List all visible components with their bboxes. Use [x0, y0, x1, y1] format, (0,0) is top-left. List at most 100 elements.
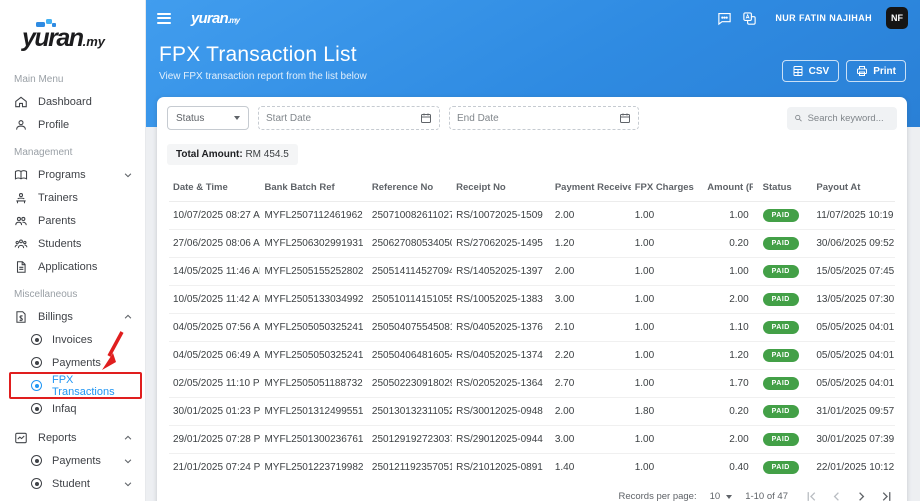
status-filter-select[interactable]: Status: [167, 106, 249, 130]
table-row[interactable]: 21/01/2025 07:24 PM MYFL2501223719982 25…: [169, 454, 895, 482]
transaction-table-body: 10/07/2025 08:27 AM MYFL2507112461962 25…: [169, 201, 895, 482]
cell-receipt-no: RS/10072025-1509: [452, 201, 551, 230]
cell-bank-batch-ref: MYFL2505051188732: [260, 369, 368, 398]
records-per-page-select[interactable]: 10: [710, 491, 733, 501]
start-date-input[interactable]: [266, 112, 420, 124]
col-bank-batch-ref: Bank Batch Ref: [260, 173, 368, 202]
total-amount-chip: Total Amount: RM 454.5: [167, 144, 298, 165]
translate-icon[interactable]: [742, 11, 757, 26]
sidebar: yuran.my Main Menu Dashboard Profile Man…: [0, 0, 145, 501]
chevron-up-icon: [123, 312, 133, 322]
cell-fpx-charges: 1.00: [630, 369, 704, 398]
sidebar-item-billings[interactable]: Billings: [0, 305, 145, 328]
section-label-management: Management: [14, 147, 73, 158]
records-per-page-label: Records per page:: [618, 491, 697, 501]
calendar-icon[interactable]: [619, 112, 631, 124]
sidebar-subitem-fpx-transactions[interactable]: FPX Transactions: [0, 331, 145, 399]
sidebar-item-label: Parents: [38, 214, 76, 227]
next-page-icon[interactable]: [855, 490, 868, 501]
table-row[interactable]: 04/05/2025 07:56 AM MYFL2505050325241 25…: [169, 313, 895, 342]
search-input[interactable]: [807, 112, 890, 124]
sidebar-item-label: Student: [52, 477, 90, 490]
status-badge: PAID: [762, 293, 799, 306]
pagination-bar: Records per page: 10 1-10 of 47: [157, 481, 907, 501]
printer-icon: [857, 66, 868, 76]
cell-date-time: 02/05/2025 11:10 PM: [169, 369, 261, 398]
cell-payout-at: 05/05/2025 04:01 PM: [806, 341, 895, 370]
radio-dot-icon: [31, 478, 42, 489]
cell-reference-no: 2501291927230378: [367, 425, 453, 454]
sidebar-item-label: Payments: [52, 454, 101, 467]
table-row[interactable]: 10/07/2025 08:27 AM MYFL2507112461962 25…: [169, 201, 895, 230]
transaction-card: Status Total Amount: RM 454.5: [157, 97, 907, 501]
status-badge: PAID: [762, 461, 799, 474]
sidebar-item-trainers[interactable]: Trainers: [0, 186, 145, 209]
table-row[interactable]: 04/05/2025 06:49 AM MYFL2505050325241 25…: [169, 341, 895, 370]
cell-fpx-charges: 1.00: [630, 257, 704, 286]
cell-fpx-charges: 1.00: [630, 341, 704, 370]
first-page-icon[interactable]: [805, 490, 818, 501]
col-fpx-charges: FPX Charges: [630, 173, 704, 202]
sidebar-subitem-payments[interactable]: Payments: [0, 351, 145, 374]
cell-date-time: 04/05/2025 06:49 AM: [169, 341, 261, 370]
top-app-bar: yuran.my NUR FATIN NAJIHAH NF: [145, 0, 920, 29]
transaction-table: Date & Time Bank Batch Ref Reference No …: [169, 173, 895, 481]
radio-dot-icon: [31, 380, 42, 391]
sidebar-item-dashboard[interactable]: Dashboard: [0, 90, 145, 113]
filter-bar: Status: [157, 97, 907, 132]
col-status: Status: [752, 173, 807, 202]
last-page-icon[interactable]: [880, 490, 893, 501]
cell-bank-batch-ref: MYFL2505050325241: [260, 341, 368, 370]
sidebar-subitem-invoices[interactable]: Invoices: [0, 328, 145, 351]
user-name[interactable]: NUR FATIN NAJIHAH: [775, 13, 872, 23]
sidebar-item-label: Dashboard: [38, 95, 92, 108]
sidebar-item-applications[interactable]: Applications: [0, 255, 145, 278]
sidebar-item-reports[interactable]: Reports: [0, 426, 145, 449]
sidebar-subitem-reports-payments[interactable]: Payments: [0, 449, 145, 472]
table-row[interactable]: 30/01/2025 01:23 PM MYFL2501312499551 25…: [169, 397, 895, 426]
cell-payment-received: 1.40: [554, 462, 575, 473]
avatar[interactable]: NF: [886, 7, 908, 29]
cell-amount: 1.70: [703, 369, 753, 398]
cell-fpx-charges: 1.00: [630, 425, 704, 454]
table-row[interactable]: 02/05/2025 11:10 PM MYFL2505051188732 25…: [169, 369, 895, 398]
cell-payout-at: 15/05/2025 07:45 AM: [806, 257, 895, 286]
cell-amount: 1.00: [703, 201, 753, 230]
cell-receipt-no: RS/21012025-0891: [456, 462, 543, 473]
cell-payout-at: 13/05/2025 07:30 AM: [806, 285, 895, 314]
table-row[interactable]: 27/06/2025 08:06 AM MYFL2506302991931 25…: [169, 229, 895, 258]
cell-fpx-charges: 1.00: [630, 285, 704, 314]
sidebar-item-students[interactable]: Students: [0, 232, 145, 255]
sidebar-item-label: Reports: [38, 431, 77, 444]
table-row[interactable]: 29/01/2025 07:28 PM MYFL2501300236761 25…: [169, 425, 895, 454]
cell-reference-no: 2501211923570510: [371, 462, 453, 473]
group-icon: [14, 238, 28, 248]
table-row[interactable]: 14/05/2025 11:46 AM MYFL2505155252802 25…: [169, 257, 895, 286]
billing-icon: [16, 310, 26, 323]
menu-toggle-icon[interactable]: [157, 12, 171, 24]
sidebar-subitem-infaq[interactable]: Infaq: [0, 397, 145, 420]
calendar-icon[interactable]: [420, 112, 432, 124]
sidebar-item-parents[interactable]: Parents: [0, 209, 145, 232]
sidebar-item-label: Trainers: [38, 191, 78, 204]
sidebar-item-programs[interactable]: Programs: [0, 163, 145, 186]
table-row[interactable]: 10/05/2025 11:42 AM MYFL2505133034992 25…: [169, 285, 895, 314]
cell-amount: 0.20: [703, 397, 753, 426]
print-button[interactable]: Print: [846, 60, 906, 82]
cell-payout-at: 11/07/2025 10:19 AM: [806, 201, 895, 230]
sidebar-item-profile[interactable]: Profile: [0, 113, 145, 136]
chat-icon[interactable]: [717, 11, 732, 26]
sidebar-subitem-reports-student[interactable]: Student: [0, 472, 145, 495]
header-logo[interactable]: yuran.my: [191, 10, 240, 27]
section-label-main-menu: Main Menu: [14, 74, 64, 85]
cell-payout-at: 31/01/2025 09:57 AM: [806, 397, 895, 426]
csv-button[interactable]: CSV: [781, 60, 840, 82]
cell-reference-no: 2505101141510553: [367, 285, 453, 314]
previous-page-icon[interactable]: [830, 490, 843, 501]
cell-payout-at: 30/06/2025 09:52 AM: [806, 229, 895, 258]
chart-icon: [15, 432, 27, 443]
cell-bank-batch-ref: MYFL2505155252802: [260, 257, 368, 286]
cell-reference-no: 2505141145270948: [367, 257, 453, 286]
sidebar-logo[interactable]: yuran.my: [0, 0, 145, 63]
end-date-input[interactable]: [457, 112, 619, 124]
